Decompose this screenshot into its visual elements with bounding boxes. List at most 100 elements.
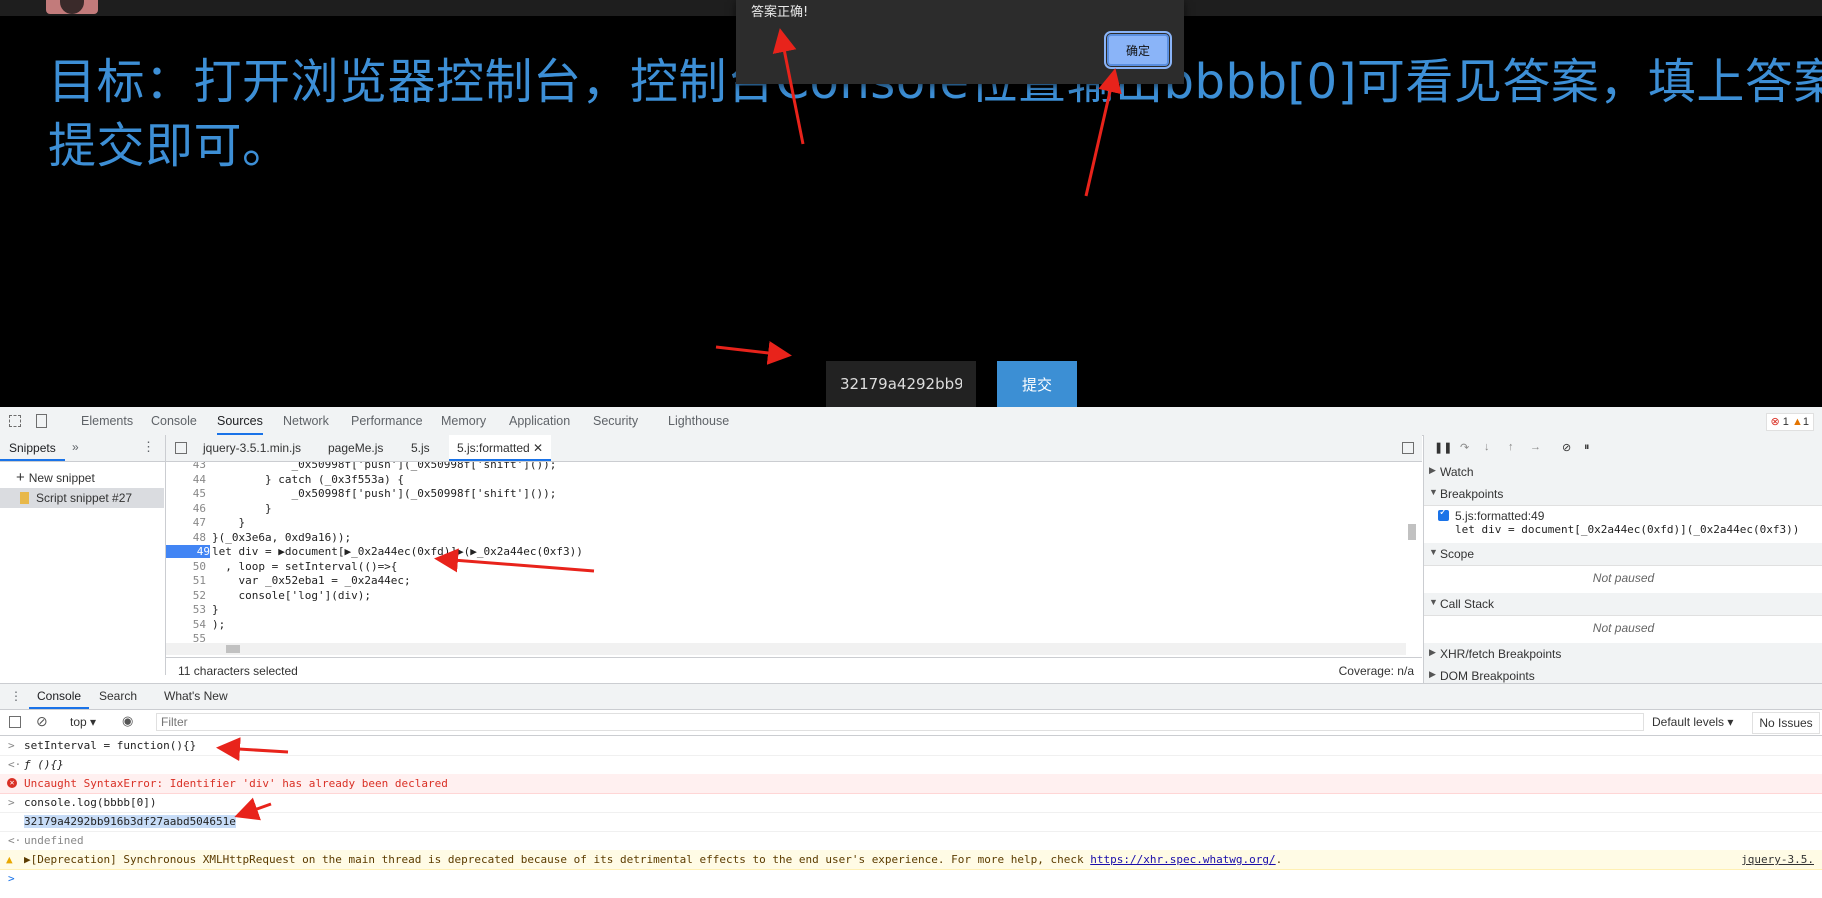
code-line[interactable]: _0x50998f['push'](_0x50998f['shift']()); [212,462,556,471]
drawer-menu-icon[interactable]: ⋮ [10,684,22,709]
tab-sources[interactable]: Sources [217,407,263,435]
code-line[interactable]: } [212,516,245,529]
clear-console-icon[interactable]: ⊘ [36,713,48,730]
line-number[interactable]: 44 [166,473,206,486]
console-prompt[interactable]: > [0,869,1822,888]
console-input[interactable]: console.log(bbbb[0]) [24,796,156,809]
pause-icon[interactable]: ❚❚ [1434,441,1452,454]
editor-tab-label: 5.js:formatted [457,441,530,455]
coverage-status: Coverage: n/a [1338,664,1414,678]
code-line[interactable]: , loop = setInterval(()=>{ [212,560,397,573]
drawer-tab-console[interactable]: Console [29,684,90,709]
tab-console[interactable]: Console [151,407,197,435]
warning-source-link[interactable]: jquery-3.5. [1741,853,1814,866]
pause-on-exceptions-icon[interactable]: ⏸ [1584,441,1590,454]
editor-tab-5js-formatted[interactable]: 5.js:formatted ✕ [449,435,552,461]
editor-status-bar: 11 characters selected Coverage: n/a [166,657,1422,684]
snippet-item[interactable]: Script snippet #27 [0,488,164,508]
tab-application[interactable]: Application [509,407,570,435]
horizontal-scrollbar[interactable] [166,643,1406,655]
editor-tab-pageme[interactable]: pageMe.js [328,435,383,461]
line-number[interactable]: 46 [166,502,206,515]
step-into-icon[interactable]: ↓ [1484,441,1490,453]
device-toolbar-icon[interactable] [36,414,47,428]
step-over-icon[interactable]: ↷ [1460,441,1469,454]
line-number[interactable]: 54 [166,618,206,631]
drawer-tab-whats-new[interactable]: What's New [164,684,228,709]
collapse-icon: ▼ [1429,547,1438,557]
code-line[interactable]: ); [212,618,225,631]
filter-input[interactable] [156,713,1644,731]
console-line: <· undefined [0,831,1822,851]
scope-section[interactable]: ▼ Scope [1424,543,1822,566]
code-line[interactable]: } [212,603,219,616]
xhr-breakpoints-section[interactable]: ▶ XHR/fetch Breakpoints [1424,643,1822,666]
vertical-scrollbar[interactable] [1408,524,1416,540]
drawer-tab-search[interactable]: Search [99,684,137,709]
line-number[interactable]: 53 [166,603,206,616]
watch-section[interactable]: ▶ Watch [1424,461,1822,484]
code-editor[interactable]: 43 _0x50998f['push'](_0x50998f['shift'](… [166,462,1422,657]
breakpoints-label: Breakpoints [1440,487,1504,501]
tab-memory[interactable]: Memory [441,407,486,435]
line-number[interactable]: 48 [166,531,206,544]
code-line[interactable]: var _0x52eba1 = _0x2a44ec; [212,574,410,587]
line-number[interactable]: 43 [166,462,206,471]
breakpoints-section[interactable]: ▼ Breakpoints [1424,483,1822,506]
more-tabs-icon[interactable]: » [72,440,79,454]
editor-tab-jquery[interactable]: jquery-3.5.1.min.js [203,435,301,461]
dom-breakpoints-section[interactable]: ▶ DOM Breakpoints [1424,665,1822,683]
line-number[interactable]: 51 [166,574,206,587]
tab-snippets[interactable]: Snippets [0,435,65,461]
step-icon[interactable]: → [1530,441,1541,453]
line-number[interactable]: 52 [166,589,206,602]
tab-security[interactable]: Security [593,407,638,435]
levels-label: Default levels [1652,715,1725,729]
line-number[interactable]: 47 [166,516,206,529]
answer-input[interactable] [826,361,976,407]
sidebar-toggle-icon[interactable] [9,716,21,728]
eye-icon[interactable]: ◉ [122,713,133,729]
breakpoint-file[interactable]: 5.js:formatted:49 [1455,509,1544,523]
scroll-thumb[interactable] [226,645,240,653]
deactivate-breakpoints-icon[interactable]: ⊘ [1562,441,1571,454]
alert-ok-button[interactable]: 确定 [1104,31,1172,69]
issues-badge[interactable]: ⊗ 1 ▲1 [1765,413,1814,431]
line-number[interactable]: 49 [166,545,210,558]
tab-performance[interactable]: Performance [351,407,423,435]
issues-button[interactable]: No Issues [1752,712,1820,734]
submit-button[interactable]: 提交 [997,361,1077,407]
code-line[interactable]: } [212,502,272,515]
toggle-navigator-icon[interactable] [175,442,187,454]
line-number[interactable]: 50 [166,560,206,573]
editor-tab-5js[interactable]: 5.js [411,435,430,461]
breakpoint-checkbox[interactable] [1438,507,1449,521]
log-levels-select[interactable]: Default levels ▾ [1652,715,1733,729]
new-snippet-button[interactable]: + New snippet [16,469,95,486]
tab-elements[interactable]: Elements [81,407,133,435]
code-line[interactable]: console['log'](div); [212,589,370,602]
context-select[interactable]: top ▾ [70,715,96,729]
code-line[interactable]: let div = ▶document[▶_0x2a44ec(0xfd)]▶(▶… [212,545,583,558]
console-input[interactable]: setInterval = function(){} [24,739,196,752]
avatar[interactable] [46,0,98,14]
tab-network[interactable]: Network [283,407,329,435]
step-out-icon[interactable]: ↑ [1508,441,1514,453]
console-line: > console.log(bbbb[0]) [0,793,1822,813]
call-stack-section[interactable]: ▼ Call Stack [1424,593,1822,616]
code-line[interactable]: _0x50998f['push'](_0x50998f['shift']()); [212,487,556,500]
line-number[interactable]: 45 [166,487,206,500]
console-error-line: ✕ Uncaught SyntaxError: Identifier 'div' … [0,774,1822,794]
code-line[interactable]: } catch (_0x3f553a) { [212,473,404,486]
inspect-icon[interactable] [9,415,21,427]
close-icon[interactable]: ✕ [533,441,543,455]
toggle-debugger-icon[interactable] [1402,442,1414,454]
console-result[interactable]: ƒ (){} [24,758,64,771]
kebab-menu-icon[interactable]: ⋮ [142,439,155,455]
console-log-output[interactable]: 32179a4292bb916b3df27aabd504651e [24,815,236,828]
context-label: top [70,715,87,729]
warning-link[interactable]: https://xhr.spec.whatwg.org/ [1090,853,1275,866]
tab-lighthouse[interactable]: Lighthouse [668,407,729,435]
console-warning[interactable]: ▶[Deprecation] Synchronous XMLHttpReques… [24,853,1282,866]
code-line[interactable]: }(_0x3e6a, 0xd9a16)); [212,531,351,544]
